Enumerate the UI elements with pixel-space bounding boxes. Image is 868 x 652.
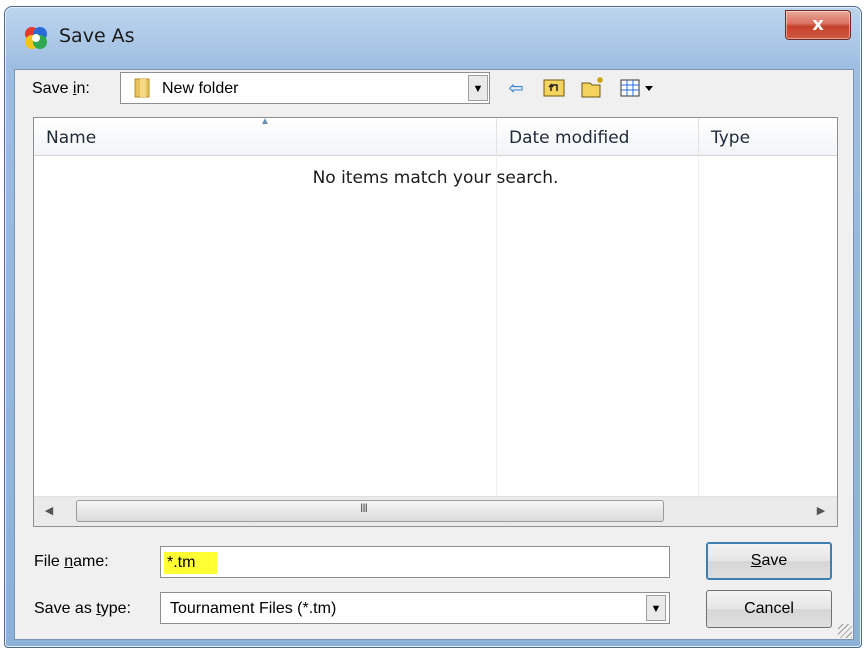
save-in-dropdown-button[interactable]: ▼ <box>468 75 488 101</box>
resize-grip-icon[interactable] <box>838 624 852 638</box>
app-color-wheel-icon <box>25 27 47 49</box>
new-folder-icon[interactable] <box>580 75 606 101</box>
save-in-value: New folder <box>162 80 239 97</box>
scrollbar-thumb[interactable] <box>76 500 664 522</box>
column-header-date-modified[interactable]: Date modified <box>509 128 629 148</box>
empty-list-message: No items match your search. <box>312 168 559 188</box>
file-name-input[interactable] <box>160 546 670 578</box>
file-name-value[interactable]: *.tm <box>164 552 218 574</box>
save-as-type-dropdown-button[interactable]: ▼ <box>646 595 666 621</box>
sort-arrow-icon: ▲ <box>260 116 270 127</box>
column-divider[interactable] <box>698 118 699 156</box>
back-arrow-icon[interactable]: ⇦ <box>503 75 529 101</box>
title-bar[interactable]: Save As x <box>5 7 861 69</box>
column-guide-line <box>496 156 497 496</box>
folder-icon <box>134 78 150 98</box>
column-header-type[interactable]: Type <box>711 128 750 148</box>
scroll-right-icon[interactable]: ▶ <box>810 500 832 522</box>
close-button[interactable]: x <box>785 10 851 40</box>
file-name-label: File name: <box>34 553 109 570</box>
column-divider[interactable] <box>496 118 497 156</box>
window-title: Save As <box>59 25 135 47</box>
save-button[interactable]: Save <box>706 542 832 580</box>
save-as-type-value: Tournament Files (*.tm) <box>170 600 337 617</box>
column-guide-line <box>698 156 699 496</box>
column-header-name[interactable]: Name <box>46 128 96 148</box>
cancel-button[interactable]: Cancel <box>706 590 832 628</box>
up-folder-icon[interactable] <box>541 75 567 101</box>
save-as-type-label: Save as type: <box>34 600 131 617</box>
save-in-label: Save in: <box>32 80 90 97</box>
scroll-left-icon[interactable]: ◀ <box>38 500 60 522</box>
view-menu-icon[interactable] <box>618 75 666 101</box>
scrollbar-grip: III <box>360 501 368 515</box>
